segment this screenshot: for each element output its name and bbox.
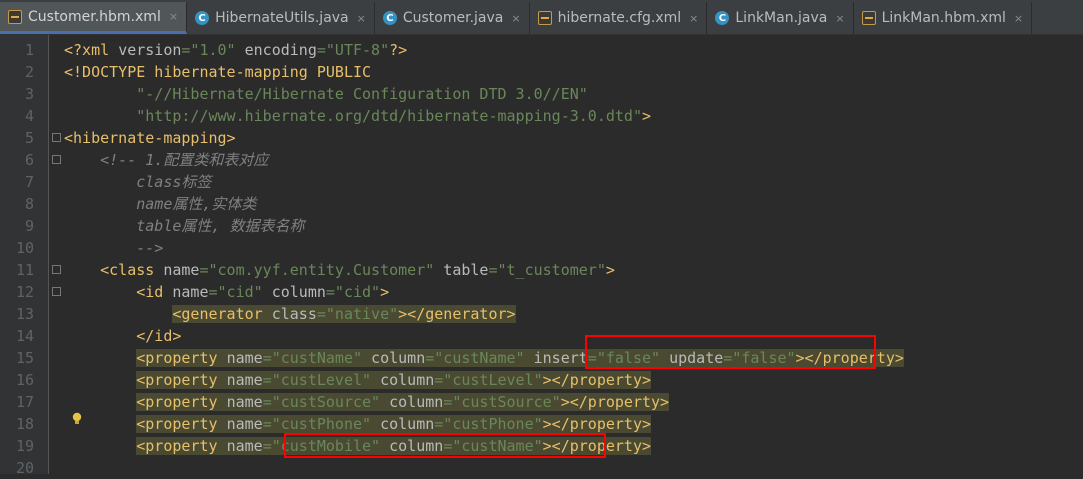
code-line: <property name="custSource" column="cust… xyxy=(136,393,670,411)
line-number: 3 xyxy=(24,85,34,103)
line-number: 4 xyxy=(24,107,34,125)
tab-label: LinkMan.hbm.xml xyxy=(881,10,1006,26)
code-line: <!-- 1.配置类和表对应 xyxy=(64,151,269,169)
close-icon[interactable]: × xyxy=(689,12,698,25)
java-class-icon: C xyxy=(715,11,730,25)
java-class-icon: C xyxy=(195,11,210,25)
code-line: <id name="cid" column="cid"> xyxy=(64,283,390,301)
xml-file-icon xyxy=(861,11,876,25)
fold-marker[interactable] xyxy=(52,133,61,142)
line-number: 10 xyxy=(15,239,34,257)
tab-label: Customer.hbm.xml xyxy=(28,8,161,25)
line-number: 1 xyxy=(24,41,34,59)
tab-label: hibernate.cfg.xml xyxy=(557,10,682,26)
close-icon[interactable]: × xyxy=(1014,12,1023,25)
code-line: "http://www.hibernate.org/dtd/hibernate-… xyxy=(64,107,651,125)
line-number: 18 xyxy=(15,415,34,433)
code-line: --> xyxy=(64,239,164,257)
tab-label: Customer.java xyxy=(402,10,504,26)
close-icon[interactable]: × xyxy=(835,12,844,25)
code-line: </id> xyxy=(64,327,182,345)
java-class-icon: C xyxy=(382,11,397,25)
fold-marker[interactable] xyxy=(52,287,61,296)
code-line: "-//Hibernate/Hibernate Configuration DT… xyxy=(64,85,588,103)
tab-customer-java[interactable]: C Customer.java × xyxy=(374,2,530,34)
line-number: 19 xyxy=(15,437,34,455)
line-number: 6 xyxy=(24,151,34,169)
line-number: 9 xyxy=(24,217,34,235)
line-number: 7 xyxy=(24,173,34,191)
code-editor[interactable]: 1 2 3 4 5 6 7 8 9 10 11 12 13 14 15 16 1… xyxy=(0,35,1083,477)
tab-linkman-hbm-xml[interactable]: LinkMan.hbm.xml × xyxy=(853,2,1033,34)
code-line: <property name="custLevel" column="custL… xyxy=(136,371,652,389)
xml-file-icon xyxy=(537,11,552,25)
code-line: <!DOCTYPE hibernate-mapping PUBLIC xyxy=(64,63,372,81)
line-number: 14 xyxy=(15,327,34,345)
line-number: 13 xyxy=(15,305,34,323)
fold-marker[interactable] xyxy=(52,265,61,274)
code-line: table属性, 数据表名称 xyxy=(64,217,305,235)
code-line: name属性,实体类 xyxy=(64,195,257,213)
fold-marker[interactable] xyxy=(52,155,61,164)
tab-label: LinkMan.java xyxy=(735,10,828,26)
tab-hibernateutils-java[interactable]: C HibernateUtils.java × xyxy=(187,2,375,34)
line-number: 8 xyxy=(24,195,34,213)
code-line: <?xml version="1.0" encoding="UTF-8"?> xyxy=(64,41,408,59)
code-line: <generator class="native"></generator> xyxy=(172,305,516,323)
line-number: 11 xyxy=(15,261,34,279)
line-gutter: 1 2 3 4 5 6 7 8 9 10 11 12 13 14 15 16 1… xyxy=(0,35,49,477)
line-number: 12 xyxy=(15,283,34,301)
tab-label: HibernateUtils.java xyxy=(215,10,349,26)
tab-linkman-java[interactable]: C LinkMan.java × xyxy=(707,2,854,34)
code-line: class标签 xyxy=(64,173,212,191)
close-icon[interactable]: × xyxy=(169,10,178,23)
code-line: <class name="com.yyf.entity.Customer" ta… xyxy=(64,261,615,279)
highlight-box xyxy=(585,335,876,369)
line-number: 17 xyxy=(15,393,34,411)
line-number: 16 xyxy=(15,371,34,389)
line-number: 5 xyxy=(24,129,34,147)
close-icon[interactable]: × xyxy=(511,12,520,25)
line-number: 20 xyxy=(15,459,34,477)
tab-customer-hbm-xml[interactable]: Customer.hbm.xml × xyxy=(0,2,188,34)
line-number: 2 xyxy=(24,63,34,81)
xml-file-icon xyxy=(8,9,22,24)
tab-hibernate-cfg-xml[interactable]: hibernate.cfg.xml × xyxy=(529,2,708,34)
code-line: <hibernate-mapping> xyxy=(64,129,236,147)
code-line: <property name="custPhone" column="custP… xyxy=(136,415,652,433)
line-number: 15 xyxy=(15,349,34,367)
editor-tab-bar: Customer.hbm.xml × C HibernateUtils.java… xyxy=(0,0,1083,35)
highlight-box xyxy=(284,433,606,458)
close-icon[interactable]: × xyxy=(357,12,366,25)
